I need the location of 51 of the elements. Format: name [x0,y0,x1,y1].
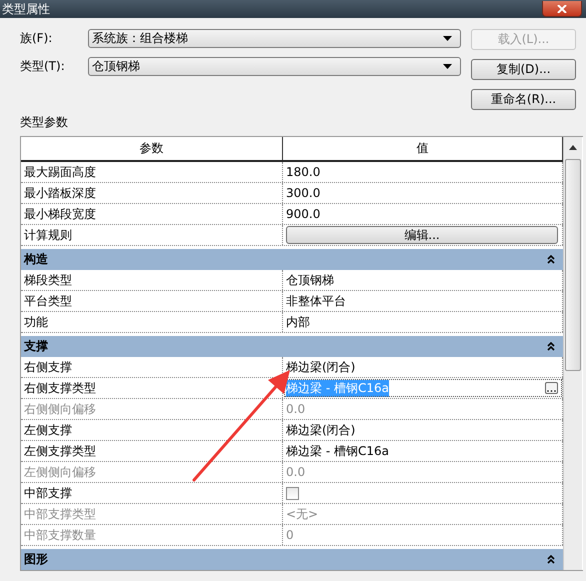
parameter-name: 功能 [21,312,283,332]
edit-button[interactable]: 编辑... [286,226,558,244]
parameter-value[interactable]: 180.0 [286,165,320,179]
field-label: 族(F): [20,30,54,47]
scrollbar-thumb[interactable] [565,159,581,371]
dialog-button[interactable]: 复制(D)... [471,59,576,80]
dropdown-arrow-icon [443,36,452,41]
dropdown[interactable]: 系统族：组合楼梯 [88,29,461,48]
parameter-name: 平台类型 [21,291,283,311]
dropdown[interactable]: 仓顶钢梯 [88,57,461,76]
parameter-name: 最大踢面高度 [21,162,283,182]
parameter-name: 左侧支撑类型 [21,441,283,461]
group-title: 图形 [24,551,48,568]
collapse-icon[interactable] [547,555,555,564]
dropdown-arrow-icon [443,64,452,69]
parameter-name: 中部支撑类型 [21,504,283,524]
parameter-name: 左侧侧向偏移 [21,462,283,482]
parameter-value[interactable]: 梯边梁 - 槽钢C16a [286,442,389,460]
collapse-icon[interactable] [547,255,555,264]
collapse-icon[interactable] [547,342,555,351]
close-icon [557,4,567,12]
parameter-value[interactable]: 900.0 [286,207,320,221]
checkbox[interactable] [286,486,299,500]
group-header[interactable]: 图形 [21,549,563,570]
parameter-name: 右侧侧向偏移 [21,399,283,419]
parameter-name: 中部支撑数量 [21,525,283,545]
scrollbar[interactable] [563,137,582,570]
column-header: 参数 [21,137,283,160]
parameter-name: 最小梯段宽度 [21,204,283,224]
parameter-name: 左侧支撑 [21,420,283,440]
close-button[interactable] [542,1,582,17]
parameter-value[interactable]: 仓顶钢梯 [286,272,334,288]
parameter-name: 计算规则 [21,225,283,245]
field-label: 类型(T): [20,58,66,75]
scroll-up-icon[interactable] [569,145,577,150]
dialog-button[interactable]: 重命名(R)... [471,89,576,110]
parameter-value[interactable]: 梯边梁(闭合) [286,358,356,376]
window-title: 类型属性 [2,2,50,16]
parameter-value[interactable]: 300.0 [286,186,320,200]
group-header[interactable]: 构造 [21,249,563,270]
parameter-name: 梯段类型 [21,270,283,290]
section-label: 类型参数 [20,114,69,131]
browse-button[interactable] [545,382,558,394]
group-title: 支撑 [24,338,48,355]
parameter-name: 中部支撑 [21,483,283,503]
group-title: 构造 [24,251,48,268]
parameter-value[interactable]: 梯边梁(闭合) [286,422,356,438]
parameter-value[interactable]: 非整体平台 [286,292,346,310]
group-header[interactable]: 支撑 [21,336,563,357]
parameter-value[interactable]: 内部 [286,314,310,330]
parameter-name: 最小踏板深度 [21,183,283,203]
